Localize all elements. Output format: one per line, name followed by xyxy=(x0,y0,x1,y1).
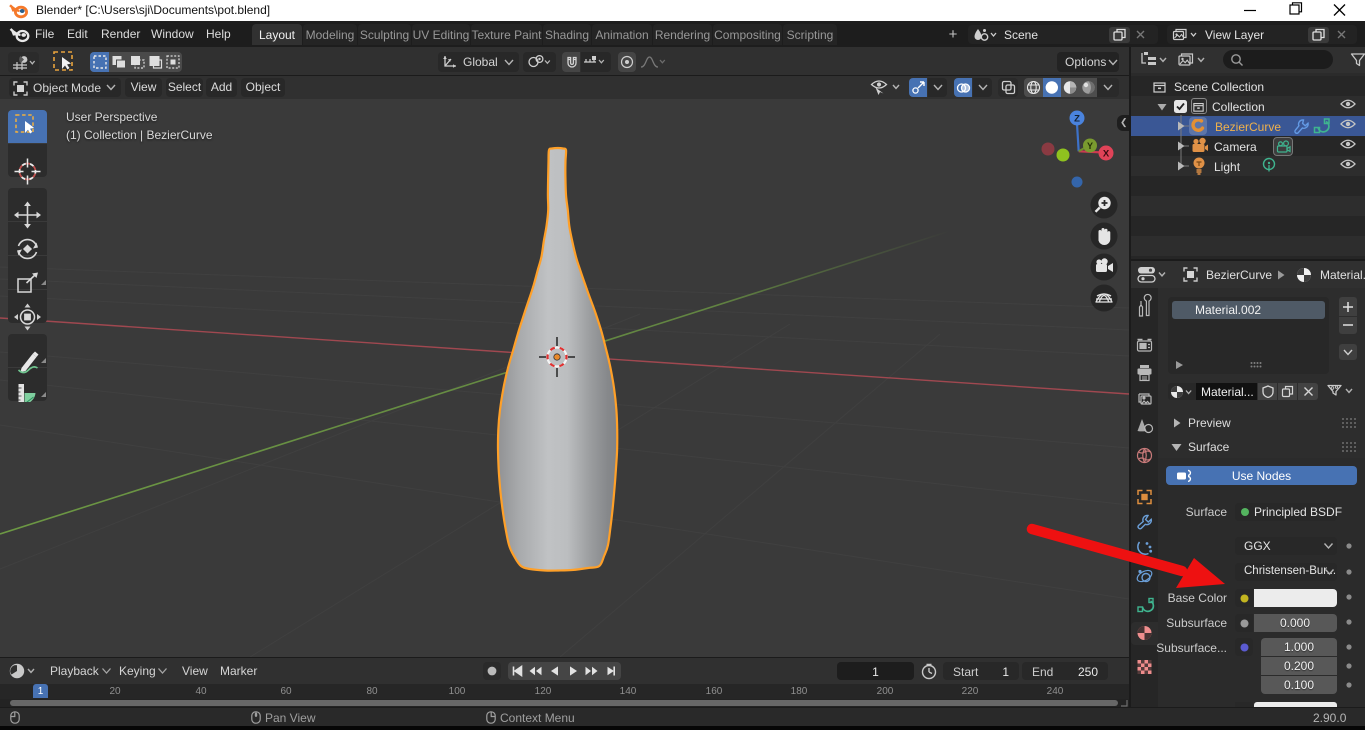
svg-text:Y: Y xyxy=(1087,141,1093,151)
svg-text:Z: Z xyxy=(1074,114,1080,125)
svg-text:X: X xyxy=(1103,149,1110,160)
